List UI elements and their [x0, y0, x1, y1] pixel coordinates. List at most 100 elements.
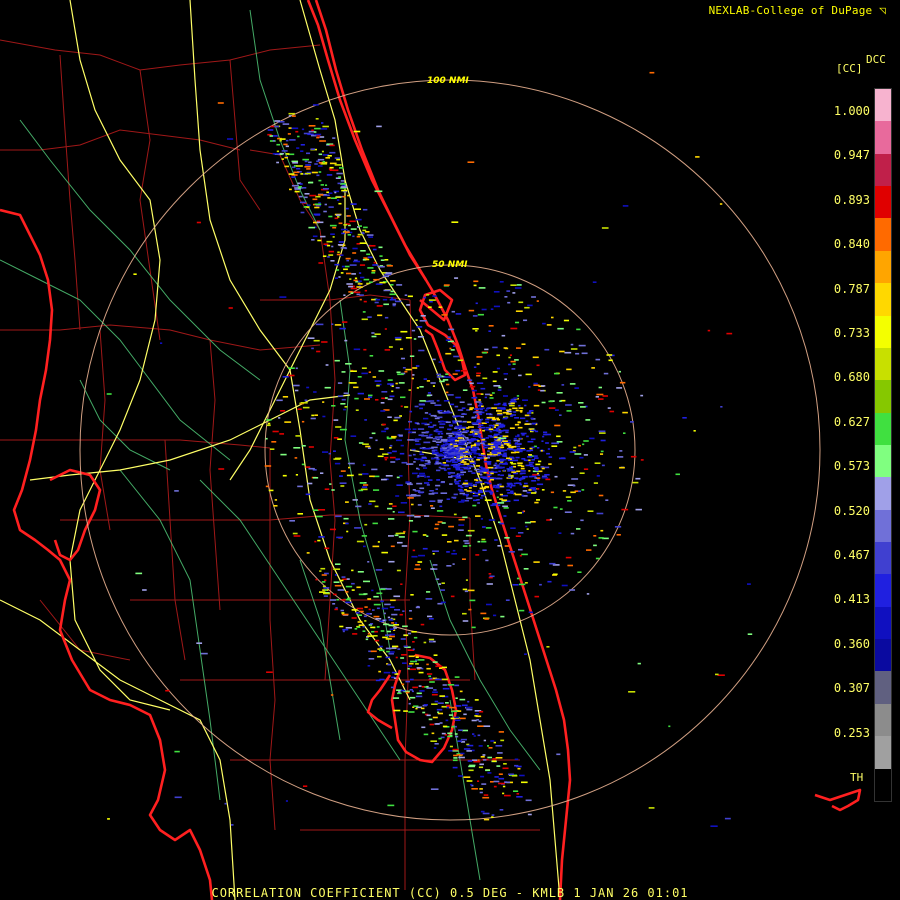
echo-pixel [507, 301, 511, 304]
echo-pixel [499, 425, 506, 428]
echo-pixel [496, 490, 499, 492]
echo-pixel [682, 417, 687, 419]
echo-pixel [476, 419, 480, 422]
echo-pixel [484, 409, 488, 412]
echo-pixel [459, 698, 466, 701]
echo-pixel [411, 448, 416, 451]
echo-pixel [274, 499, 278, 501]
echo-pixel [462, 428, 465, 431]
echo-pixel [390, 599, 396, 602]
echo-pixel [403, 710, 408, 712]
echo-pixel [412, 648, 415, 651]
echo-pixel [477, 440, 480, 442]
echo-pixel [387, 804, 395, 807]
echo-pixel [415, 695, 423, 698]
echo-pixel [554, 424, 561, 427]
echo-pixel [478, 399, 481, 401]
echo-pixel [427, 392, 432, 394]
echo-pixel [474, 492, 479, 495]
echo-pixel [468, 544, 472, 547]
echo-pixel [320, 184, 324, 186]
echo-pixel [486, 603, 492, 606]
echo-pixel [289, 188, 292, 191]
echo-pixel [300, 211, 305, 214]
echo-pixel [365, 231, 370, 233]
echo-pixel [447, 440, 451, 442]
echo-pixel [291, 166, 296, 169]
echo-pixel [201, 652, 208, 655]
echo-pixel [541, 476, 549, 479]
echo-pixel [344, 265, 350, 268]
echo-pixel [396, 284, 403, 286]
legend-color-step [875, 606, 891, 640]
echo-pixel [485, 461, 492, 463]
echo-pixel [512, 292, 516, 294]
echo-pixel [438, 361, 442, 363]
echo-pixel [421, 457, 428, 459]
echo-pixel [580, 406, 586, 408]
echo-pixel [540, 389, 545, 392]
echo-pixel [623, 432, 626, 434]
echo-pixel [487, 463, 492, 465]
echo-pixel [272, 135, 278, 137]
echo-pixel [441, 481, 445, 483]
echo-pixel [352, 499, 358, 501]
echo-pixel [454, 277, 459, 279]
echo-pixel [363, 615, 367, 618]
echo-pixel [362, 232, 365, 235]
echo-pixel [477, 489, 483, 492]
echo-pixel [268, 489, 274, 492]
echo-pixel [517, 767, 521, 770]
echo-pixel [535, 463, 541, 466]
echo-pixel [311, 129, 314, 132]
echo-pixel [339, 428, 347, 431]
echo-pixel [374, 630, 378, 633]
echo-pixel [502, 767, 509, 770]
echo-pixel [372, 522, 378, 525]
legend-color-step [875, 121, 891, 154]
echo-pixel [345, 601, 352, 604]
echo-pixel [276, 150, 280, 153]
echo-pixel [382, 619, 386, 622]
echo-pixel [449, 347, 452, 350]
echo-pixel [381, 430, 387, 433]
echo-pixel [269, 135, 273, 137]
echo-pixel [389, 628, 394, 630]
echo-pixel [455, 468, 460, 471]
echo-pixel [498, 773, 503, 775]
echo-pixel [546, 646, 550, 648]
echo-pixel [524, 482, 528, 485]
echo-pixel [404, 406, 409, 408]
echo-pixel [462, 413, 465, 415]
echo-pixel [467, 589, 475, 592]
echo-pixel [493, 785, 497, 788]
echo-pixel [477, 725, 485, 727]
echo-pixel [402, 367, 406, 369]
echo-pixel [507, 476, 511, 479]
echo-pixel [423, 378, 428, 380]
echo-pixel [508, 356, 511, 359]
echo-pixel [576, 528, 581, 530]
echo-pixel [442, 412, 449, 414]
echo-pixel [497, 402, 501, 405]
echo-pixel [473, 284, 477, 287]
echo-pixel [331, 489, 335, 491]
echo-pixel [363, 300, 367, 303]
echo-pixel [375, 618, 382, 620]
echo-pixel [444, 376, 452, 378]
echo-pixel [306, 552, 310, 554]
echo-pixel [283, 143, 288, 146]
echo-pixel [450, 437, 455, 439]
echo-pixel [496, 496, 499, 499]
echo-pixel [410, 594, 414, 596]
echo-pixel [463, 713, 467, 716]
echo-pixel [356, 235, 361, 238]
echo-pixel [353, 279, 358, 282]
echo-pixel [327, 256, 330, 258]
echo-pixel [453, 757, 458, 759]
echo-pixel [602, 395, 608, 397]
echo-pixel [407, 439, 415, 441]
echo-pixel [379, 649, 385, 652]
echo-pixel [551, 316, 554, 319]
echo-pixel [311, 347, 314, 350]
